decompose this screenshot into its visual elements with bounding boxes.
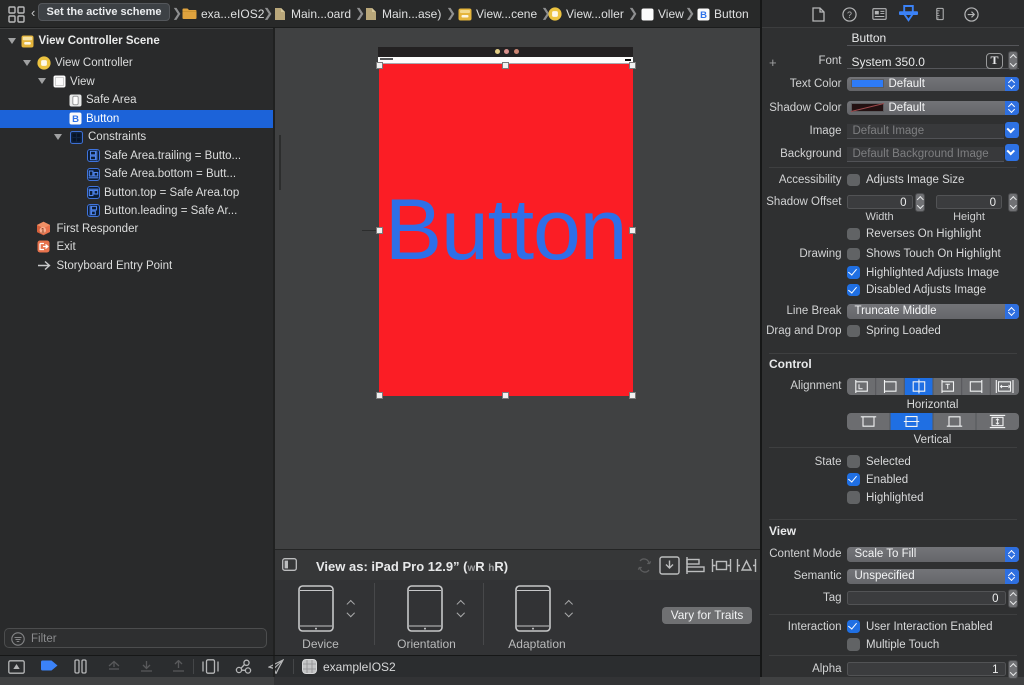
svg-text:B: B (72, 114, 79, 125)
svg-text:B: B (700, 10, 707, 21)
svg-text:?: ? (847, 9, 852, 19)
svg-text:1: 1 (41, 227, 45, 234)
